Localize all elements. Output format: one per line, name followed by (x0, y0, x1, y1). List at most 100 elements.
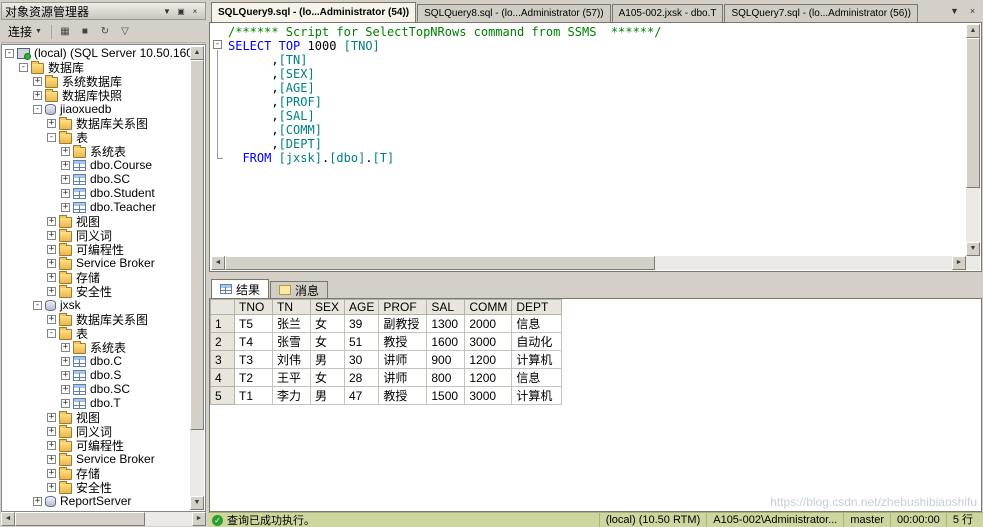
expand-toggle[interactable]: + (33, 91, 42, 100)
editor-tab[interactable]: SQLQuery9.sql - (lo...Administrator (54)… (211, 2, 416, 22)
cell[interactable]: 女 (311, 315, 345, 333)
cell[interactable]: 李力 (273, 387, 311, 405)
tree-horizontal-scrollbar[interactable]: ◄ ► (1, 512, 206, 526)
tree-item[interactable]: +可编程性 (3, 438, 190, 452)
editor-horizontal-scrollbar[interactable]: ◄ ► (211, 256, 966, 270)
close-icon[interactable]: × (188, 7, 202, 16)
stop-icon[interactable]: ■ (76, 23, 94, 41)
cell[interactable]: 女 (311, 333, 345, 351)
cell[interactable]: 讲师 (379, 369, 427, 387)
expand-toggle[interactable]: + (61, 357, 70, 366)
cell[interactable]: 51 (345, 333, 379, 351)
column-header[interactable]: COMM (465, 300, 512, 315)
scroll-right-icon[interactable]: ► (952, 256, 966, 270)
scroll-down-icon[interactable]: ▼ (190, 496, 204, 510)
cell[interactable]: 计算机 (512, 387, 562, 405)
editor-vertical-scrollbar[interactable]: ▲ ▼ (966, 24, 980, 256)
expand-toggle[interactable]: + (47, 245, 56, 254)
sql-editor[interactable]: - /****** Script for SelectTopNRows comm… (209, 22, 982, 272)
cell[interactable]: 女 (311, 369, 345, 387)
expand-toggle[interactable]: + (47, 455, 56, 464)
collapse-toggle[interactable]: - (47, 133, 56, 142)
collapse-toggle[interactable]: - (33, 301, 42, 310)
row-header[interactable]: 3 (211, 351, 235, 369)
expand-toggle[interactable]: + (61, 399, 70, 408)
tree-item[interactable]: +dbo.C (3, 354, 190, 368)
cell[interactable]: 2000 (465, 315, 512, 333)
row-header[interactable]: 5 (211, 387, 235, 405)
editor-tab[interactable]: SQLQuery8.sql - (lo...Administrator (57)… (417, 4, 611, 22)
collapse-toggle[interactable]: - (5, 49, 14, 58)
expand-toggle[interactable]: + (61, 147, 70, 156)
cell[interactable]: 男 (311, 387, 345, 405)
tree-item[interactable]: -(local) (SQL Server 10.50.1600 - A105-0… (3, 46, 190, 60)
column-header[interactable]: DEPT (512, 300, 562, 315)
expand-toggle[interactable]: + (61, 175, 70, 184)
cell[interactable]: 自动化 (512, 333, 562, 351)
cell[interactable]: 1600 (427, 333, 465, 351)
cell[interactable]: 3000 (465, 333, 512, 351)
cell[interactable]: 男 (311, 351, 345, 369)
cell[interactable]: 计算机 (512, 351, 562, 369)
expand-toggle[interactable]: + (61, 189, 70, 198)
cell[interactable]: 教授 (379, 387, 427, 405)
expand-toggle[interactable]: + (47, 273, 56, 282)
tree-item[interactable]: +数据库关系图 (3, 312, 190, 326)
filter-icon[interactable]: ▽ (116, 23, 134, 41)
expand-toggle[interactable]: + (47, 217, 56, 226)
expand-toggle[interactable]: + (61, 343, 70, 352)
cell[interactable]: 800 (427, 369, 465, 387)
cell[interactable]: 王平 (273, 369, 311, 387)
column-header[interactable]: SAL (427, 300, 465, 315)
expand-toggle[interactable]: + (47, 469, 56, 478)
tab-messages[interactable]: 消息 (270, 281, 328, 298)
scrollbar-thumb[interactable] (190, 60, 204, 430)
cell[interactable]: 30 (345, 351, 379, 369)
expand-toggle[interactable]: + (61, 161, 70, 170)
column-header[interactable]: AGE (345, 300, 379, 315)
cell[interactable]: 教授 (379, 333, 427, 351)
tree-item[interactable]: +系统表 (3, 340, 190, 354)
scroll-left-icon[interactable]: ◄ (211, 256, 225, 270)
editor-tab[interactable]: A105-002.jxsk - dbo.T (612, 4, 724, 22)
cell[interactable]: 张兰 (273, 315, 311, 333)
connect-button[interactable]: 连接 ▼ (3, 23, 47, 41)
expand-toggle[interactable]: + (47, 119, 56, 128)
tree-item[interactable]: +安全性 (3, 284, 190, 298)
editor-results-splitter[interactable] (209, 272, 982, 279)
tree-item[interactable]: +可编程性 (3, 242, 190, 256)
details-icon[interactable]: ▦ (56, 23, 74, 41)
expand-toggle[interactable]: + (61, 203, 70, 212)
tab-results[interactable]: 结果 (211, 279, 269, 298)
row-header[interactable]: 4 (211, 369, 235, 387)
cell[interactable]: 28 (345, 369, 379, 387)
cell[interactable]: T2 (235, 369, 273, 387)
expand-toggle[interactable]: + (47, 483, 56, 492)
row-header[interactable]: 2 (211, 333, 235, 351)
cell[interactable]: 900 (427, 351, 465, 369)
collapse-toggle[interactable]: - (19, 63, 28, 72)
close-document-icon[interactable]: × (966, 6, 979, 16)
editor-tab[interactable]: SQLQuery7.sql - (lo...Administrator (56)… (724, 4, 918, 22)
cell[interactable]: 刘伟 (273, 351, 311, 369)
scroll-right-icon[interactable]: ► (192, 512, 206, 526)
expand-toggle[interactable]: + (47, 427, 56, 436)
expand-toggle[interactable]: + (61, 371, 70, 380)
collapse-toggle[interactable]: - (33, 105, 42, 114)
tree-item[interactable]: +安全性 (3, 480, 190, 494)
scroll-down-icon[interactable]: ▼ (966, 242, 980, 256)
cell[interactable]: 信息 (512, 369, 562, 387)
pin-icon[interactable]: ▣ (174, 7, 188, 16)
expand-toggle[interactable]: + (33, 77, 42, 86)
collapse-toggle[interactable]: - (47, 329, 56, 338)
refresh-icon[interactable]: ↻ (96, 23, 114, 41)
cell[interactable]: 1300 (427, 315, 465, 333)
tree-item[interactable]: +dbo.SC (3, 382, 190, 396)
expand-toggle[interactable]: + (47, 259, 56, 268)
tree-item[interactable]: +dbo.SC (3, 172, 190, 186)
expand-toggle[interactable]: + (47, 231, 56, 240)
scrollbar-thumb[interactable] (966, 38, 980, 188)
column-header[interactable]: SEX (311, 300, 345, 315)
tree-vertical-scrollbar[interactable]: ▲ ▼ (190, 46, 204, 510)
column-header[interactable]: TN (273, 300, 311, 315)
